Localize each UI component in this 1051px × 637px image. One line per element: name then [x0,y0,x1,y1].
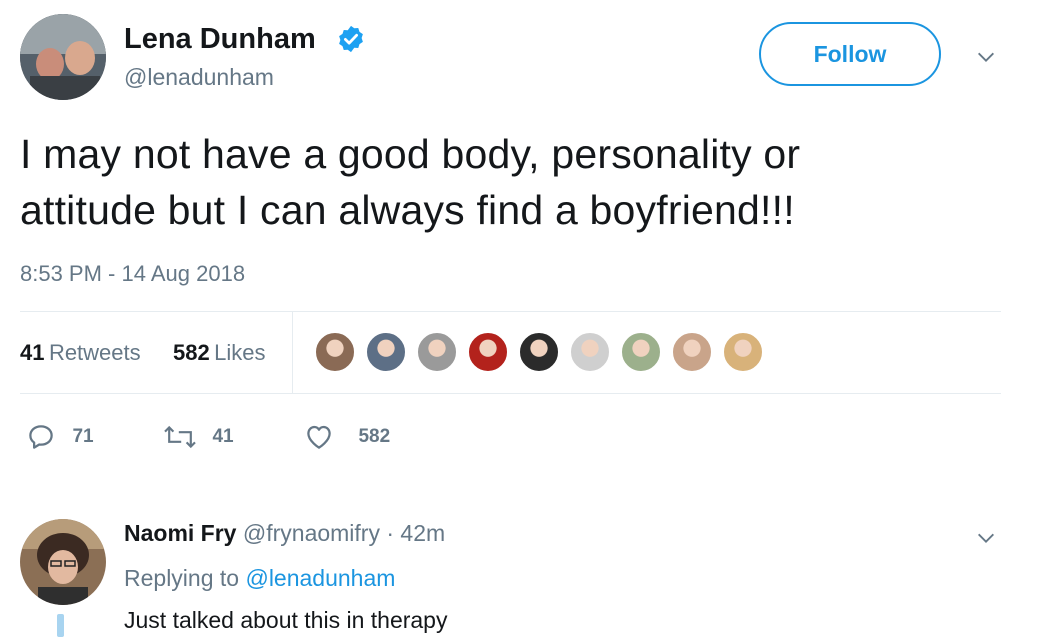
liker-avatar[interactable] [365,331,407,373]
author-avatar[interactable] [20,14,106,100]
retweet-count: 41 [212,426,234,447]
retweets-label: Retweets [48,340,141,365]
follow-button[interactable]: Follow [759,22,941,86]
liker-avatar[interactable] [416,331,458,373]
reply-header: Naomi Fry @frynaomifry · 42m [124,520,445,547]
liker-avatar[interactable] [671,331,713,373]
retweets-stat[interactable]: 41 Retweets [20,340,141,366]
liker-avatar[interactable] [569,331,611,373]
reply-time[interactable]: · 42m [386,520,445,546]
author-avatar-image [20,14,106,100]
likes-count: 582 [173,340,210,365]
replying-to-prefix: Replying to [124,565,240,591]
author-handle[interactable]: @lenadunham [124,64,274,91]
reply-author-avatar[interactable] [20,519,106,605]
tweet-menu-chevron-down-icon[interactable] [975,46,997,73]
stats-vertical-divider [292,312,293,394]
likes-label: Likes [214,340,266,365]
retweet-action[interactable]: 41 [162,422,234,452]
reply-author-name[interactable]: Naomi Fry [124,520,236,546]
liker-avatar[interactable] [314,331,356,373]
replying-to: Replying to @lenadunham [124,565,395,592]
like-action[interactable]: 582 [304,422,390,452]
reply-avatar-image [20,519,106,605]
replying-to-link[interactable]: @lenadunham [245,565,395,591]
reply-action[interactable]: 71 [26,422,94,452]
author-name[interactable]: Lena Dunham [124,22,316,56]
stats-bottom-divider [20,393,1001,394]
liker-avatar[interactable] [467,331,509,373]
like-count: 582 [358,426,391,447]
reply-author-handle[interactable]: @frynaomifry [243,520,380,546]
reply-thread-line [57,614,64,637]
likes-stat[interactable]: 582 Likes [173,340,266,366]
tweet-text-line-2: attitude but I can always find a boyfrie… [20,187,795,233]
liker-avatar[interactable] [620,331,662,373]
heart-icon [307,425,331,449]
reply-icon [29,425,53,449]
liker-avatar[interactable] [518,331,560,373]
tweet-text-line-1: I may not have a good body, personality … [20,131,801,177]
tweet-timestamp[interactable]: 8:53 PM - 14 Aug 2018 [20,261,245,287]
reply-menu-chevron-down-icon[interactable] [975,527,997,554]
stats-top-divider [20,311,1001,312]
tweet-text: I may not have a good body, personality … [20,126,800,238]
retweets-count: 41 [20,340,45,365]
verified-badge-icon [336,24,366,54]
retweet-icon [164,425,196,449]
reply-count: 71 [72,426,94,447]
reply-text: Just talked about this in therapy [124,607,448,633]
liker-avatar[interactable] [722,331,764,373]
